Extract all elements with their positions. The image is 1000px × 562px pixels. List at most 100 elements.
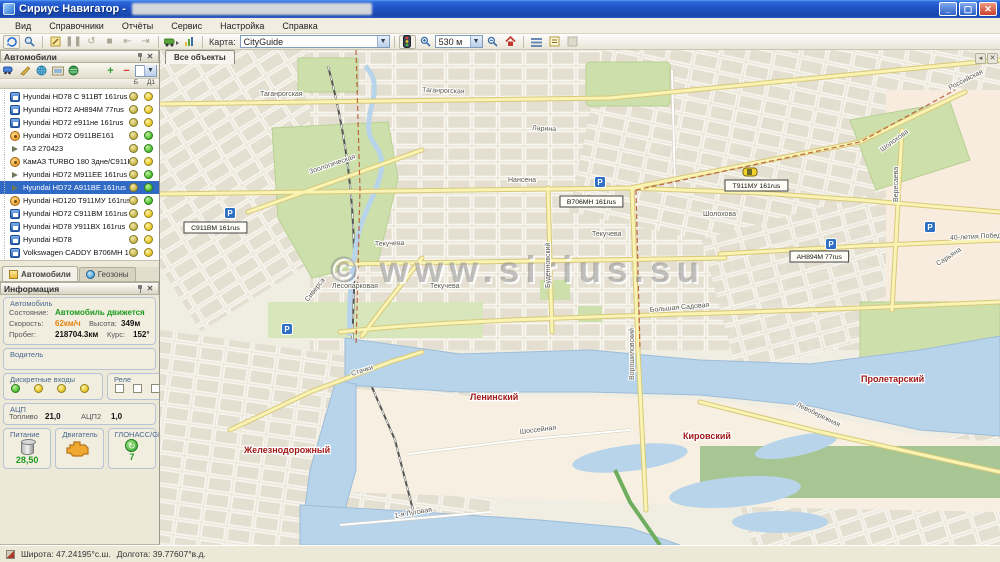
- add-vehicle-button[interactable]: [2, 64, 17, 77]
- vehicle-name: Hyundai HD72 е911не 161rus: [23, 118, 129, 127]
- status-led-b: [129, 222, 138, 231]
- vehicle-row[interactable]: ГАЗ 270423: [0, 142, 159, 155]
- map-select-label: Карта:: [209, 37, 236, 47]
- list-view-button[interactable]: [528, 35, 545, 49]
- parking-icon[interactable]: P: [826, 239, 837, 250]
- menu-bar: ВидСправочникиОтчётыСервисНастройкаСправ…: [0, 18, 1000, 34]
- menu-item-3[interactable]: Сервис: [162, 20, 211, 32]
- vehicle-name: Hyundai HD72 С911ВМ 161rus: [23, 209, 129, 218]
- vehicle-row[interactable]: Hyundai HD72 О911ВЕ161: [0, 129, 159, 142]
- menu-item-2[interactable]: Отчёты: [113, 20, 162, 32]
- refresh-button[interactable]: [3, 35, 20, 49]
- vehicle-row[interactable]: КамАЗ TURBO 180 3дне/С911ЕС 61rus: [0, 155, 159, 168]
- tab-scroll-left-icon[interactable]: ◂: [975, 53, 986, 64]
- zoom-out-button[interactable]: [484, 35, 501, 49]
- tab-close-icon[interactable]: ✕: [987, 53, 998, 64]
- vehicle-name: Hyundai HD72 М911ЕЕ 161rus: [23, 170, 129, 179]
- driver-group: Водитель: [3, 348, 156, 370]
- course-value: 152°: [133, 330, 150, 339]
- glonass-gps-icon: ↻: [125, 439, 138, 452]
- vehicle-row[interactable]: Hyundai HD72 е911не 161rus: [0, 116, 159, 129]
- pin-icon[interactable]: [136, 284, 145, 293]
- tab-vehicles[interactable]: Автомобили: [2, 266, 78, 281]
- vehicle-plate-label[interactable]: АН894М 77rus: [790, 251, 849, 262]
- relay-checkbox[interactable]: [115, 384, 124, 393]
- chevron-down-icon[interactable]: ▼: [470, 36, 482, 47]
- chevron-down-icon[interactable]: ▼: [377, 36, 389, 47]
- add-item-button[interactable]: +: [103, 64, 118, 77]
- map-canvas[interactable]: © www.sirius.su © www.sirius.su Таганрог…: [160, 50, 1000, 545]
- close-button[interactable]: ✕: [979, 2, 997, 16]
- parking-icon[interactable]: P: [925, 222, 936, 233]
- geo-button[interactable]: [66, 64, 81, 77]
- vehicle-row[interactable]: Hyundai HD78 У911ВХ 161rus: [0, 220, 159, 233]
- vehicle-row[interactable]: Hyundai HD72 С911ВМ 161rus: [0, 207, 159, 220]
- arrow-icon: [10, 144, 20, 154]
- relay-checkbox[interactable]: [151, 384, 159, 393]
- vehicle-row[interactable]: Hyundai HD120 Т911МУ 161rus: [0, 194, 159, 207]
- map-area[interactable]: Все объекты ◂ ✕: [160, 50, 1000, 545]
- show-on-map-button[interactable]: [34, 64, 49, 77]
- truck-icon: [10, 235, 20, 245]
- zoom-in-button[interactable]: [417, 35, 434, 49]
- tab-all-objects[interactable]: Все объекты: [165, 50, 235, 64]
- window-title-redacted: [132, 3, 372, 15]
- pin-icon[interactable]: [136, 52, 145, 61]
- remove-item-button[interactable]: −: [119, 64, 134, 77]
- vehicle-marker-icon[interactable]: [743, 168, 757, 176]
- home-view-button[interactable]: [502, 35, 519, 49]
- window-title: Сириус Навигатор -: [19, 3, 126, 15]
- vehicle-row[interactable]: Hyundai HD72 М911ЕЕ 161rus: [0, 168, 159, 181]
- title-bar: Сириус Навигатор - _ ▢ ✕: [0, 0, 1000, 18]
- map-select-value: CityGuide: [244, 37, 284, 47]
- zoom-level-combo[interactable]: 530 м ▼: [435, 35, 483, 48]
- parking-icon[interactable]: P: [282, 324, 293, 335]
- vehicle-row[interactable]: Hyundai HD78 С 911ВТ 161rus: [0, 90, 159, 103]
- chart-button[interactable]: [181, 35, 198, 49]
- vehicle-plate-label[interactable]: С911ВМ 161rus: [184, 222, 247, 233]
- vehicle-photo-button[interactable]: [50, 64, 65, 77]
- status-led-b: [129, 235, 138, 244]
- list-filter-combo[interactable]: ▼: [135, 65, 157, 77]
- parking-icon[interactable]: P: [225, 208, 236, 219]
- vehicle-list-columns: Б Д1: [0, 79, 159, 89]
- arrow-icon: [10, 170, 20, 180]
- menu-item-5[interactable]: Справка: [273, 20, 326, 32]
- paint-track-button[interactable]: [18, 64, 33, 77]
- vehicle-plate-label[interactable]: В706МН 161rus: [560, 196, 623, 207]
- menu-item-1[interactable]: Справочники: [40, 20, 113, 32]
- power-group: Питание 28,50: [3, 428, 51, 469]
- column-b[interactable]: Б: [129, 79, 143, 88]
- status-led-b: [129, 170, 138, 179]
- edit-track-button[interactable]: [47, 35, 64, 49]
- traffic-light-button[interactable]: [399, 35, 416, 49]
- maximize-button[interactable]: ▢: [959, 2, 977, 16]
- vehicle-row[interactable]: Hyundai HD72 АН894М 77rus: [0, 103, 159, 116]
- status-led-b: [129, 105, 138, 114]
- vehicle-row[interactable]: Hyundai HD78: [0, 233, 159, 246]
- gear-icon: [10, 196, 20, 206]
- close-panel-icon[interactable]: ✕: [145, 52, 155, 61]
- vehicles-panel-title: Автомобили: [4, 52, 57, 62]
- map-select-combo[interactable]: CityGuide ▼: [240, 35, 390, 48]
- street-label: Ворошиловский: [628, 328, 636, 380]
- status-led-b: [129, 118, 138, 127]
- relay-checkbox[interactable]: [133, 384, 142, 393]
- minimize-button[interactable]: _: [939, 2, 957, 16]
- search-button[interactable]: [21, 35, 38, 49]
- parking-icon[interactable]: P: [595, 177, 606, 188]
- vehicle-row[interactable]: Volkswagen CADDY В706МН 161rus: [0, 246, 159, 259]
- column-d1[interactable]: Д1: [143, 79, 159, 88]
- vehicle-row[interactable]: Hyundai HD72 А911ВЕ 161rus: [0, 181, 159, 194]
- tab-geozones[interactable]: Геозоны: [79, 267, 136, 281]
- svg-text:P: P: [597, 178, 603, 187]
- menu-item-0[interactable]: Вид: [6, 20, 40, 32]
- vehicle-menu-button[interactable]: [163, 35, 180, 49]
- menu-item-4[interactable]: Настройка: [211, 20, 273, 32]
- street-label: Буденновский: [544, 243, 552, 288]
- latitude-value: Широта: 47.24195°с.ш.: [21, 549, 111, 559]
- close-panel-icon[interactable]: ✕: [145, 284, 155, 293]
- chevron-down-icon[interactable]: ▼: [144, 65, 156, 76]
- vehicle-plate-label[interactable]: Т911МУ 161rus: [725, 180, 788, 191]
- notes-button[interactable]: [546, 35, 563, 49]
